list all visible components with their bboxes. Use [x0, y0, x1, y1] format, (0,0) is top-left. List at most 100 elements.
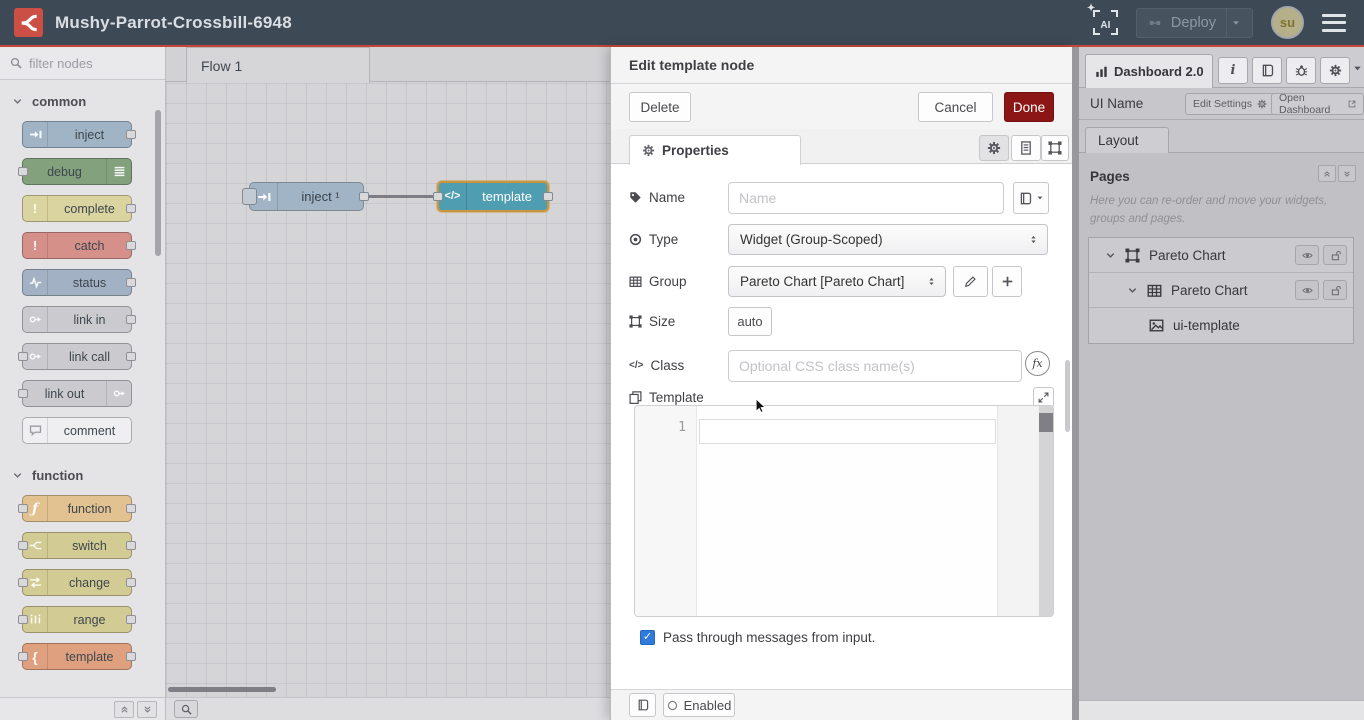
editor-active-line[interactable]	[699, 419, 996, 444]
canvas-search-button[interactable]	[174, 700, 198, 718]
template-code-editor[interactable]: 1	[634, 405, 1054, 617]
palette-node-catch[interactable]: !catch	[22, 232, 132, 259]
node-output-port[interactable]	[126, 652, 136, 661]
pages-collapse-button[interactable]	[1318, 165, 1336, 182]
properties-view-button[interactable]	[979, 135, 1009, 161]
inject-trigger-button[interactable]	[242, 188, 257, 205]
flow-node-template-selected[interactable]: </> template	[437, 181, 549, 212]
palette-category-common[interactable]: common	[0, 80, 165, 121]
palette-node-inject[interactable]: inject	[22, 121, 132, 148]
node-enabled-toggle[interactable]: Enabled	[663, 693, 735, 717]
visibility-toggle-button[interactable]	[1295, 245, 1319, 265]
node-output-port[interactable]	[126, 130, 136, 139]
node-input-port[interactable]	[18, 389, 28, 398]
palette-node-debug[interactable]: debug	[22, 158, 132, 185]
node-red-logo-icon[interactable]	[14, 8, 43, 37]
class-expression-button[interactable]: fx	[1025, 351, 1050, 376]
node-input-port[interactable]	[18, 652, 28, 661]
info-tab-button[interactable]: i	[1218, 57, 1248, 84]
node-input-port[interactable]	[18, 504, 28, 513]
tab-dashboard-2[interactable]: Dashboard 2.0	[1085, 54, 1213, 88]
node-output-port[interactable]	[126, 352, 136, 361]
palette-search[interactable]: filter nodes	[0, 47, 165, 80]
palette-node-comment[interactable]: comment	[22, 417, 132, 444]
sidebar-splitter[interactable]	[1072, 47, 1079, 720]
node-info-button[interactable]	[629, 693, 656, 717]
inject-output-port[interactable]	[359, 192, 369, 201]
debug-tab-button[interactable]	[1286, 57, 1316, 84]
group-select[interactable]: Pareto Chart [Pareto Chart]	[728, 266, 946, 297]
palette-collapse-all-button[interactable]	[114, 701, 134, 718]
palette-category-function[interactable]: function	[0, 454, 165, 495]
cancel-button[interactable]: Cancel	[918, 92, 993, 122]
done-button[interactable]: Done	[1004, 92, 1054, 122]
size-auto-button[interactable]: auto	[728, 307, 772, 336]
deploy-button[interactable]: Deploy	[1136, 8, 1253, 38]
node-output-port[interactable]	[126, 278, 136, 287]
node-input-port[interactable]	[18, 541, 28, 550]
config-tab-button[interactable]	[1320, 57, 1350, 84]
deploy-options-caret[interactable]	[1226, 9, 1252, 37]
editor-scrollbar-thumb[interactable]	[1039, 413, 1054, 432]
palette-scrollbar[interactable]	[155, 110, 161, 256]
node-output-port[interactable]	[126, 578, 136, 587]
name-label-options-button[interactable]	[1013, 182, 1049, 214]
lock-toggle-button[interactable]	[1323, 245, 1347, 265]
palette-node-complete[interactable]: !complete	[22, 195, 132, 222]
ai-assistant-button[interactable]: ✦ AI	[1093, 10, 1118, 35]
sidebar-menu-caret[interactable]	[1352, 63, 1363, 74]
template-input-port[interactable]	[433, 192, 443, 201]
node-output-port[interactable]	[126, 615, 136, 624]
node-output-port[interactable]	[126, 504, 136, 513]
class-input[interactable]	[728, 350, 1022, 382]
visibility-toggle-button[interactable]	[1295, 280, 1319, 300]
palette-node-change[interactable]: change	[22, 569, 132, 596]
main-menu-button[interactable]	[1322, 14, 1346, 32]
node-output-port[interactable]	[126, 315, 136, 324]
palette-node-function[interactable]: ƒfunction	[22, 495, 132, 522]
passthrough-checkbox-checked[interactable]: ✓	[640, 630, 655, 645]
canvas-horizontal-scrollbar[interactable]	[168, 687, 276, 692]
palette-node-link-call[interactable]: link call	[22, 343, 132, 370]
open-dashboard-button[interactable]: Open Dashboard	[1271, 93, 1364, 115]
palette-node-template[interactable]: {template	[22, 643, 132, 670]
node-input-port[interactable]	[18, 615, 28, 624]
palette-node-link-in[interactable]: link in	[22, 306, 132, 333]
node-input-port[interactable]	[18, 352, 28, 361]
add-group-button[interactable]	[992, 266, 1022, 297]
palette-node-switch[interactable]: switch	[22, 532, 132, 559]
help-tab-button[interactable]	[1252, 57, 1282, 84]
edit-group-button[interactable]	[953, 266, 988, 297]
user-avatar[interactable]: su	[1271, 6, 1304, 39]
palette-expand-all-button[interactable]	[137, 701, 157, 718]
delete-button[interactable]: Delete	[629, 92, 691, 122]
description-view-button[interactable]	[1011, 135, 1041, 161]
tab-flow-1[interactable]: Flow 1	[186, 47, 370, 83]
layout-tree-item-ui-template[interactable]: ui-template	[1089, 308, 1353, 343]
type-select[interactable]: Widget (Group-Scoped)	[728, 224, 1048, 255]
flow-canvas[interactable]: Flow 1 inject ¹ </> template	[166, 47, 610, 720]
flow-node-inject[interactable]: inject ¹	[249, 182, 364, 211]
edit-settings-button[interactable]: Edit Settings	[1185, 93, 1275, 115]
node-output-port[interactable]	[126, 241, 136, 250]
node-input-port[interactable]	[18, 167, 28, 176]
name-input[interactable]	[728, 182, 1004, 214]
appearance-view-button[interactable]	[1041, 135, 1069, 161]
layout-tree-item-pareto-chart[interactable]: Pareto Chart	[1089, 238, 1353, 273]
template-output-port[interactable]	[543, 192, 553, 201]
palette-node-range[interactable]: range	[22, 606, 132, 633]
palette-node-status[interactable]: status	[22, 269, 132, 296]
node-output-port[interactable]	[126, 204, 136, 213]
lock-toggle-button[interactable]	[1323, 280, 1347, 300]
tab-properties[interactable]: Properties	[629, 135, 801, 165]
palette-node-link-out[interactable]: link out	[22, 380, 132, 407]
tree-item-label: Pareto Chart	[1171, 283, 1248, 298]
dialog-scrollbar-thumb[interactable]	[1065, 360, 1070, 432]
node-input-port[interactable]	[18, 578, 28, 587]
palette-node-label: range	[48, 607, 131, 632]
editor-scrollbar[interactable]	[1039, 406, 1054, 616]
tab-layout[interactable]: Layout	[1085, 127, 1169, 153]
pages-expand-button[interactable]	[1338, 165, 1356, 182]
node-output-port[interactable]	[126, 541, 136, 550]
layout-tree-item-pareto-chart[interactable]: Pareto Chart	[1089, 273, 1353, 308]
